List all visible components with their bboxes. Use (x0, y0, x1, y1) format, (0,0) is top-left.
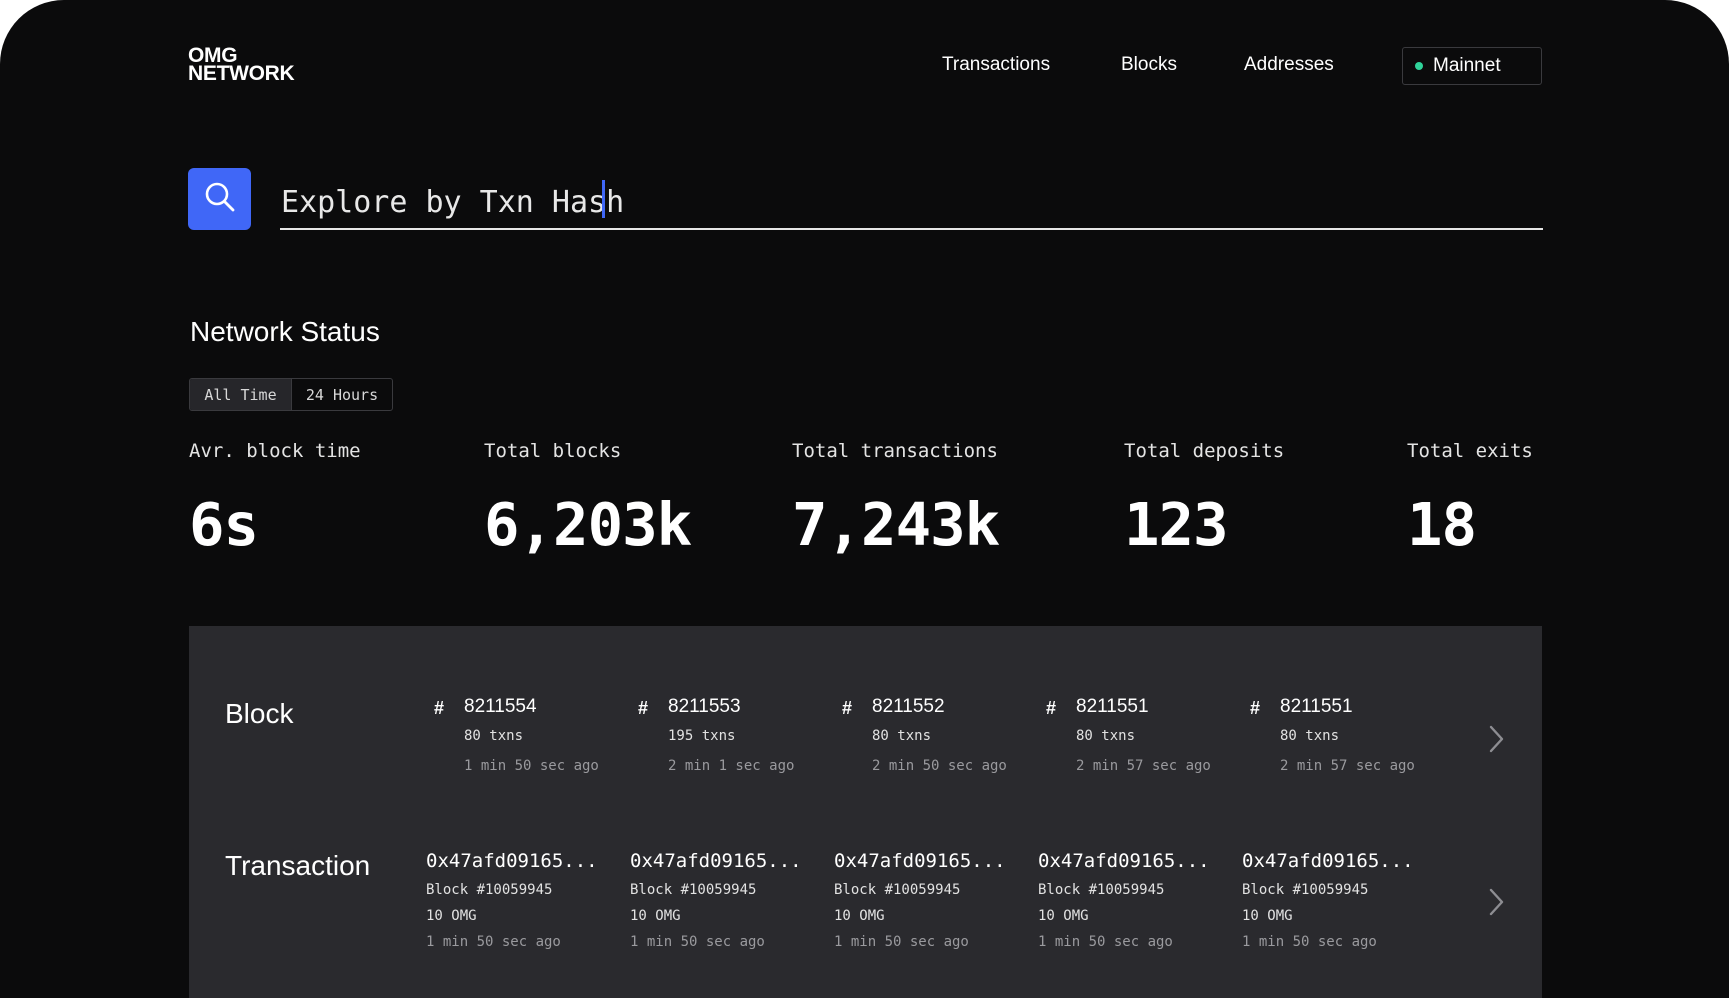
stat-label: Total transactions (792, 440, 998, 462)
transaction-card[interactable]: 0x47afd09165... Block #10059945 10 OMG 1… (1242, 850, 1432, 950)
transaction-card[interactable]: 0x47afd09165... Block #10059945 10 OMG 1… (834, 850, 1024, 950)
tx-time: 1 min 50 sec ago (834, 934, 969, 950)
stat-label: Avr. block time (189, 440, 361, 462)
tx-block: Block #10059945 (1038, 882, 1165, 898)
stat-total-blocks: Total blocks 6,203k (484, 440, 692, 559)
app-window: OMG NETWORK Transactions Blocks Addresse… (0, 0, 1729, 998)
network-selector[interactable]: Mainnet (1402, 47, 1542, 85)
tx-time: 1 min 50 sec ago (1242, 934, 1377, 950)
block-row-title: Block (225, 698, 294, 729)
blocks-next-chevron-icon[interactable] (1484, 723, 1508, 755)
block-number: 8211554 (464, 696, 537, 717)
tx-hash: 0x47afd09165... (834, 850, 1006, 872)
stat-avg-block-time: Avr. block time 6s (189, 440, 361, 559)
tx-hash: 0x47afd09165... (630, 850, 802, 872)
block-time: 2 min 1 sec ago (668, 758, 795, 774)
text-cursor (602, 180, 605, 218)
block-txn-count: 80 txns (1280, 728, 1340, 744)
search-button[interactable] (188, 168, 251, 230)
stat-value: 18 (1407, 490, 1477, 559)
tx-amount: 10 OMG (426, 908, 477, 924)
transaction-card[interactable]: 0x47afd09165... Block #10059945 10 OMG 1… (1038, 850, 1228, 950)
tx-time: 1 min 50 sec ago (1038, 934, 1173, 950)
block-time: 2 min 57 sec ago (1076, 758, 1211, 774)
stat-value: 123 (1124, 490, 1229, 559)
nav-addresses[interactable]: Addresses (1244, 54, 1334, 76)
search-input[interactable] (280, 176, 1543, 230)
stat-value: 6s (189, 490, 259, 559)
toggle-24-hours[interactable]: 24 Hours (291, 379, 392, 410)
block-time: 2 min 50 sec ago (872, 758, 1007, 774)
block-number: 8211553 (668, 696, 741, 717)
tx-hash: 0x47afd09165... (1242, 850, 1414, 872)
stat-label: Total exits (1407, 440, 1533, 462)
network-status-dot (1415, 62, 1423, 70)
block-time: 2 min 57 sec ago (1280, 758, 1415, 774)
block-txn-count: 195 txns (668, 728, 736, 744)
hash-icon: # (1046, 698, 1057, 718)
tx-amount: 10 OMG (1038, 908, 1089, 924)
tx-time: 1 min 50 sec ago (426, 934, 561, 950)
transaction-row-title: Transaction (225, 850, 371, 881)
search-icon (203, 180, 237, 219)
hash-icon: # (842, 698, 853, 718)
stat-total-transactions: Total transactions 7,243k (792, 440, 1000, 559)
tx-amount: 10 OMG (834, 908, 885, 924)
hash-icon: # (1250, 698, 1261, 718)
stat-label: Total blocks (484, 440, 622, 462)
tx-block: Block #10059945 (1242, 882, 1369, 898)
transaction-card[interactable]: 0x47afd09165... Block #10059945 10 OMG 1… (426, 850, 616, 950)
tx-block: Block #10059945 (834, 882, 961, 898)
block-time: 1 min 50 sec ago (464, 758, 599, 774)
toggle-all-time[interactable]: All Time (190, 379, 291, 410)
omg-network-logo[interactable]: OMG NETWORK (188, 45, 295, 85)
stat-total-exits: Total exits 18 (1407, 440, 1533, 559)
block-txn-count: 80 txns (464, 728, 524, 744)
transaction-card[interactable]: 0x47afd09165... Block #10059945 10 OMG 1… (630, 850, 820, 950)
nav-blocks[interactable]: Blocks (1121, 54, 1177, 76)
stat-total-deposits: Total deposits 123 (1124, 440, 1285, 559)
hash-icon: # (434, 698, 445, 718)
time-range-toggle: All Time 24 Hours (189, 378, 393, 411)
block-number: 8211552 (872, 696, 945, 717)
logo-line-2: NETWORK (188, 62, 295, 85)
network-status-title: Network Status (190, 316, 380, 347)
block-number: 8211551 (1280, 696, 1353, 717)
block-number: 8211551 (1076, 696, 1149, 717)
transactions-next-chevron-icon[interactable] (1484, 886, 1508, 918)
block-txn-count: 80 txns (872, 728, 932, 744)
stat-value: 6,203k (484, 490, 692, 559)
tx-time: 1 min 50 sec ago (630, 934, 765, 950)
block-txn-count: 80 txns (1076, 728, 1136, 744)
nav-transactions[interactable]: Transactions (942, 54, 1050, 76)
hash-icon: # (638, 698, 649, 718)
tx-hash: 0x47afd09165... (1038, 850, 1210, 872)
tx-block: Block #10059945 (630, 882, 757, 898)
tx-amount: 10 OMG (1242, 908, 1293, 924)
tx-amount: 10 OMG (630, 908, 681, 924)
tx-hash: 0x47afd09165... (426, 850, 598, 872)
stat-label: Total deposits (1124, 440, 1285, 462)
tx-block: Block #10059945 (426, 882, 553, 898)
latest-activity-panel: Block # 8211554 80 txns 1 min 50 sec ago… (189, 626, 1542, 998)
network-label: Mainnet (1433, 55, 1501, 76)
stat-value: 7,243k (792, 490, 1000, 559)
